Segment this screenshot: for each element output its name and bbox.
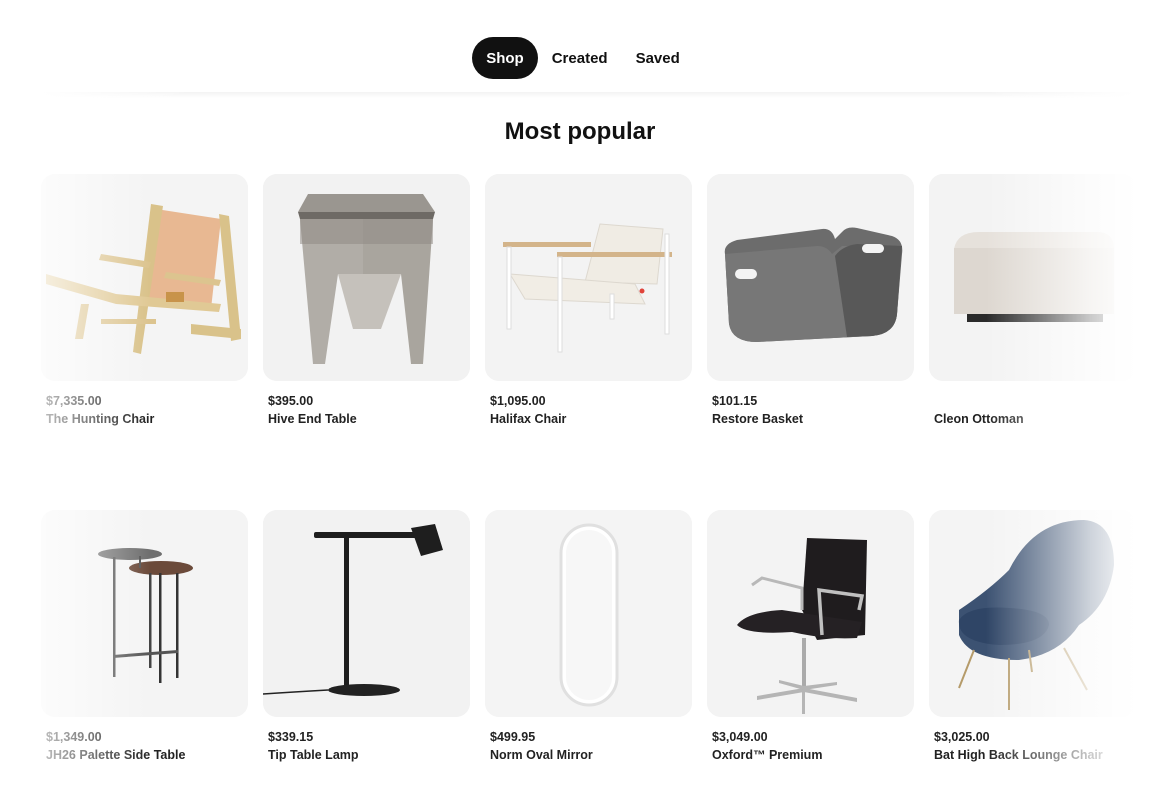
product-image-bat-lounge-chair[interactable] bbox=[929, 510, 1136, 717]
product-card[interactable]: $1,095.00 Halifax Chair bbox=[485, 174, 692, 426]
product-card[interactable]: $395.00 Hive End Table bbox=[263, 174, 470, 426]
product-image-palette-side-table[interactable] bbox=[41, 510, 248, 717]
product-name[interactable]: Bat High Back Lounge Chair bbox=[934, 748, 1136, 762]
product-card[interactable]: $3,025.00 Bat High Back Lounge Chair bbox=[929, 510, 1136, 762]
product-image-restore-basket[interactable] bbox=[707, 174, 914, 381]
product-price: $3,049.00 bbox=[712, 730, 768, 744]
product-price bbox=[934, 394, 1136, 410]
product-image-norm-oval-mirror[interactable] bbox=[485, 510, 692, 717]
product-name[interactable]: Norm Oval Mirror bbox=[490, 748, 692, 762]
product-name[interactable]: Halifax Chair bbox=[490, 412, 692, 426]
product-price: $101.15 bbox=[712, 394, 758, 408]
product-image-oxford-chair[interactable] bbox=[707, 510, 914, 717]
product-price: $499.95 bbox=[490, 730, 536, 744]
product-price: $339.15 bbox=[268, 730, 314, 744]
product-name[interactable]: Hive End Table bbox=[268, 412, 470, 426]
product-row: $1,349.00 JH26 Palette Side Table $339.1… bbox=[41, 510, 1136, 762]
product-price: $7,335.00 bbox=[46, 394, 102, 408]
section-title: Most popular bbox=[504, 118, 656, 145]
product-card[interactable]: $7,335.00 The Hunting Chair bbox=[41, 174, 248, 426]
product-name[interactable]: JH26 Palette Side Table bbox=[46, 748, 248, 762]
product-card[interactable]: $3,049.00 Oxford™ Premium bbox=[707, 510, 914, 762]
product-price: $1,095.00 bbox=[490, 394, 546, 408]
product-image-hive-end-table[interactable] bbox=[263, 174, 470, 381]
product-card[interactable]: $339.15 Tip Table Lamp bbox=[263, 510, 470, 762]
product-name[interactable]: Oxford™ Premium bbox=[712, 748, 914, 762]
product-card[interactable]: $1,349.00 JH26 Palette Side Table bbox=[41, 510, 248, 762]
product-image-hunting-chair[interactable] bbox=[41, 174, 248, 381]
tab-shop[interactable]: Shop bbox=[472, 37, 538, 79]
product-name[interactable]: The Hunting Chair bbox=[46, 412, 248, 426]
product-name[interactable]: Tip Table Lamp bbox=[268, 748, 470, 762]
product-name[interactable]: Restore Basket bbox=[712, 412, 914, 426]
product-row: $7,335.00 The Hunting Chair $395.00 Hive… bbox=[41, 174, 1136, 426]
product-card[interactable]: $101.15 Restore Basket bbox=[707, 174, 914, 426]
header-divider bbox=[40, 92, 1136, 98]
tab-saved[interactable]: Saved bbox=[622, 37, 694, 79]
product-image-cleon-ottoman[interactable] bbox=[929, 174, 1136, 381]
product-price: $395.00 bbox=[268, 394, 314, 408]
product-image-tip-table-lamp[interactable] bbox=[263, 510, 470, 717]
product-name[interactable]: Cleon Ottoman bbox=[934, 412, 1136, 426]
product-price: $1,349.00 bbox=[46, 730, 102, 744]
product-card[interactable]: $499.95 Norm Oval Mirror bbox=[485, 510, 692, 762]
product-image-halifax-chair[interactable] bbox=[485, 174, 692, 381]
tabs-group: Shop Created Saved bbox=[472, 37, 694, 79]
product-card[interactable]: Cleon Ottoman bbox=[929, 174, 1136, 426]
tab-created[interactable]: Created bbox=[538, 37, 622, 79]
product-price: $3,025.00 bbox=[934, 730, 990, 744]
profile-tabs: Shop Created Saved bbox=[0, 37, 1176, 79]
